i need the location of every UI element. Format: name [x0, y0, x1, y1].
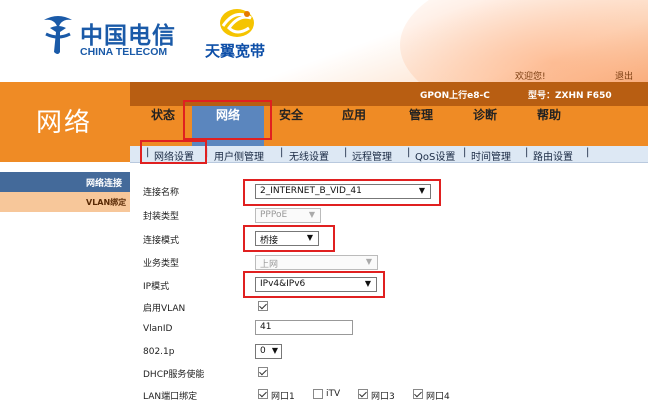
vlan-id-input[interactable]: 41: [255, 320, 353, 335]
china-telecom-logo: 中国电信 CHINA TELECOM: [40, 10, 180, 60]
encap-type-label: 封装类型: [143, 212, 180, 222]
tab-security[interactable]: 安全: [264, 106, 318, 146]
chevron-down-icon: ▼: [418, 186, 425, 195]
subtab-network-settings[interactable]: 网络设置: [154, 148, 194, 163]
sidebar: 网络连接 VLAN绑定: [0, 172, 130, 400]
subtab-separator: |: [146, 147, 150, 158]
header: 中国电信 CHINA TELECOM 天翼宽带 欢迎您! 退出: [0, 0, 648, 82]
service-type-value: 上网: [260, 260, 279, 270]
conn-mode-select[interactable]: 桥接 ▼: [255, 231, 319, 246]
connection-name-label: 连接名称: [143, 188, 180, 198]
ip-mode-value: IPv4&IPv6: [260, 279, 306, 289]
itv-port-checkbox[interactable]: [313, 389, 323, 399]
lan-port1-checkbox[interactable]: [258, 389, 268, 399]
enable-vlan-checkbox[interactable]: [258, 301, 268, 311]
sidebar-spacer: [0, 162, 130, 172]
lan-port3-checkbox[interactable]: [358, 389, 368, 399]
subtab-separator: |: [344, 147, 348, 158]
subtab-user-side-management[interactable]: 用户侧管理: [214, 148, 264, 163]
ip-mode-label: IP模式: [143, 282, 170, 292]
itv-port-label: iTV: [326, 389, 341, 399]
logout-link[interactable]: 退出: [615, 69, 633, 82]
conn-mode-value: 桥接: [260, 236, 279, 246]
lan-port1-label: 网口1: [271, 392, 295, 400]
lan-bind-label: LAN端口绑定: [143, 392, 198, 400]
tab-status[interactable]: 状态: [136, 106, 190, 146]
dot1p-label: 802.1p: [143, 347, 175, 357]
subtab-qos-settings[interactable]: QoS设置: [415, 148, 455, 163]
subtab-remote-management[interactable]: 远程管理: [352, 148, 392, 163]
welcome-text: 欢迎您!: [515, 72, 546, 82]
tab-help[interactable]: 帮助: [522, 106, 576, 146]
tab-application[interactable]: 应用: [327, 106, 381, 146]
lan-port3-label: 网口3: [371, 392, 395, 400]
lan-port4-checkbox[interactable]: [413, 389, 423, 399]
chevron-down-icon: ▼: [271, 346, 278, 355]
dhcp-enable-label: DHCP服务使能: [143, 370, 205, 380]
subtab-separator: |: [407, 147, 411, 158]
ip-mode-select[interactable]: IPv4&IPv6 ▼: [255, 277, 377, 292]
encap-type-select: PPPoE ▼: [255, 208, 321, 223]
subtab-separator: |: [463, 147, 467, 158]
sub-tabs: | 网络设置 | 用户侧管理 | 无线设置 | 远程管理 | QoS设置 | 时…: [130, 146, 648, 163]
info-bar: GPON上行e8-C 型号：ZXHN F650: [130, 82, 648, 106]
encap-type-value: PPPoE: [260, 210, 288, 220]
subtab-separator: |: [525, 147, 529, 158]
dot1p-select[interactable]: 0 ▼: [255, 344, 282, 359]
subtab-wireless-settings[interactable]: 无线设置: [289, 148, 329, 163]
subtab-route-settings[interactable]: 路由设置: [533, 148, 573, 163]
dhcp-enable-checkbox[interactable]: [258, 367, 268, 377]
brand-name-cn: 中国电信: [80, 23, 176, 48]
enable-vlan-label: 启用VLAN: [143, 304, 186, 314]
connection-name-select[interactable]: 2_INTERNET_B_VID_41 ▼: [255, 184, 431, 199]
dot1p-value: 0: [260, 346, 266, 356]
chevron-down-icon: ▼: [365, 257, 372, 266]
chevron-down-icon: ▼: [308, 210, 315, 219]
chevron-down-icon: ▼: [364, 279, 371, 288]
sidebar-item-vlan-binding[interactable]: VLAN绑定: [0, 192, 130, 212]
brand-name-en: CHINA TELECOM: [80, 46, 168, 58]
subtab-time-management[interactable]: 时间管理: [471, 148, 511, 163]
conn-mode-label: 连接模式: [143, 236, 180, 246]
model-info: 型号：ZXHN F650: [528, 91, 612, 101]
subtab-separator: |: [280, 147, 284, 158]
lan-port4-label: 网口4: [426, 392, 450, 400]
gpon-info: GPON上行e8-C: [420, 91, 490, 101]
page-title-block: 网络: [0, 82, 130, 162]
tab-network[interactable]: 网络: [192, 106, 264, 146]
vlan-id-label: VlanID: [143, 324, 173, 334]
chevron-down-icon: ▼: [306, 233, 313, 242]
tianyi-swirl-icon: [220, 9, 254, 37]
service-type-select: 上网 ▼: [255, 255, 378, 270]
router-admin-page: 中国电信 CHINA TELECOM 天翼宽带 欢迎您! 退出 网络 GPON上…: [0, 0, 648, 400]
service-type-label: 业务类型: [143, 259, 180, 269]
connection-name-value: 2_INTERNET_B_VID_41: [260, 186, 362, 196]
page-title: 网络: [36, 108, 93, 138]
tianyi-broadband-logo: 天翼宽带: [205, 6, 285, 61]
subtab-separator: |: [586, 147, 590, 158]
tab-diagnosis[interactable]: 诊断: [458, 106, 512, 146]
tab-management[interactable]: 管理: [394, 106, 448, 146]
main-tabs: 状态 网络 安全 应用 管理 诊断 帮助: [130, 106, 648, 146]
subtab-separator: |: [205, 147, 209, 158]
sidebar-item-network-connection[interactable]: 网络连接: [0, 172, 130, 192]
china-telecom-logo-icon: [44, 16, 72, 54]
brand-name-2: 天翼宽带: [205, 42, 266, 60]
